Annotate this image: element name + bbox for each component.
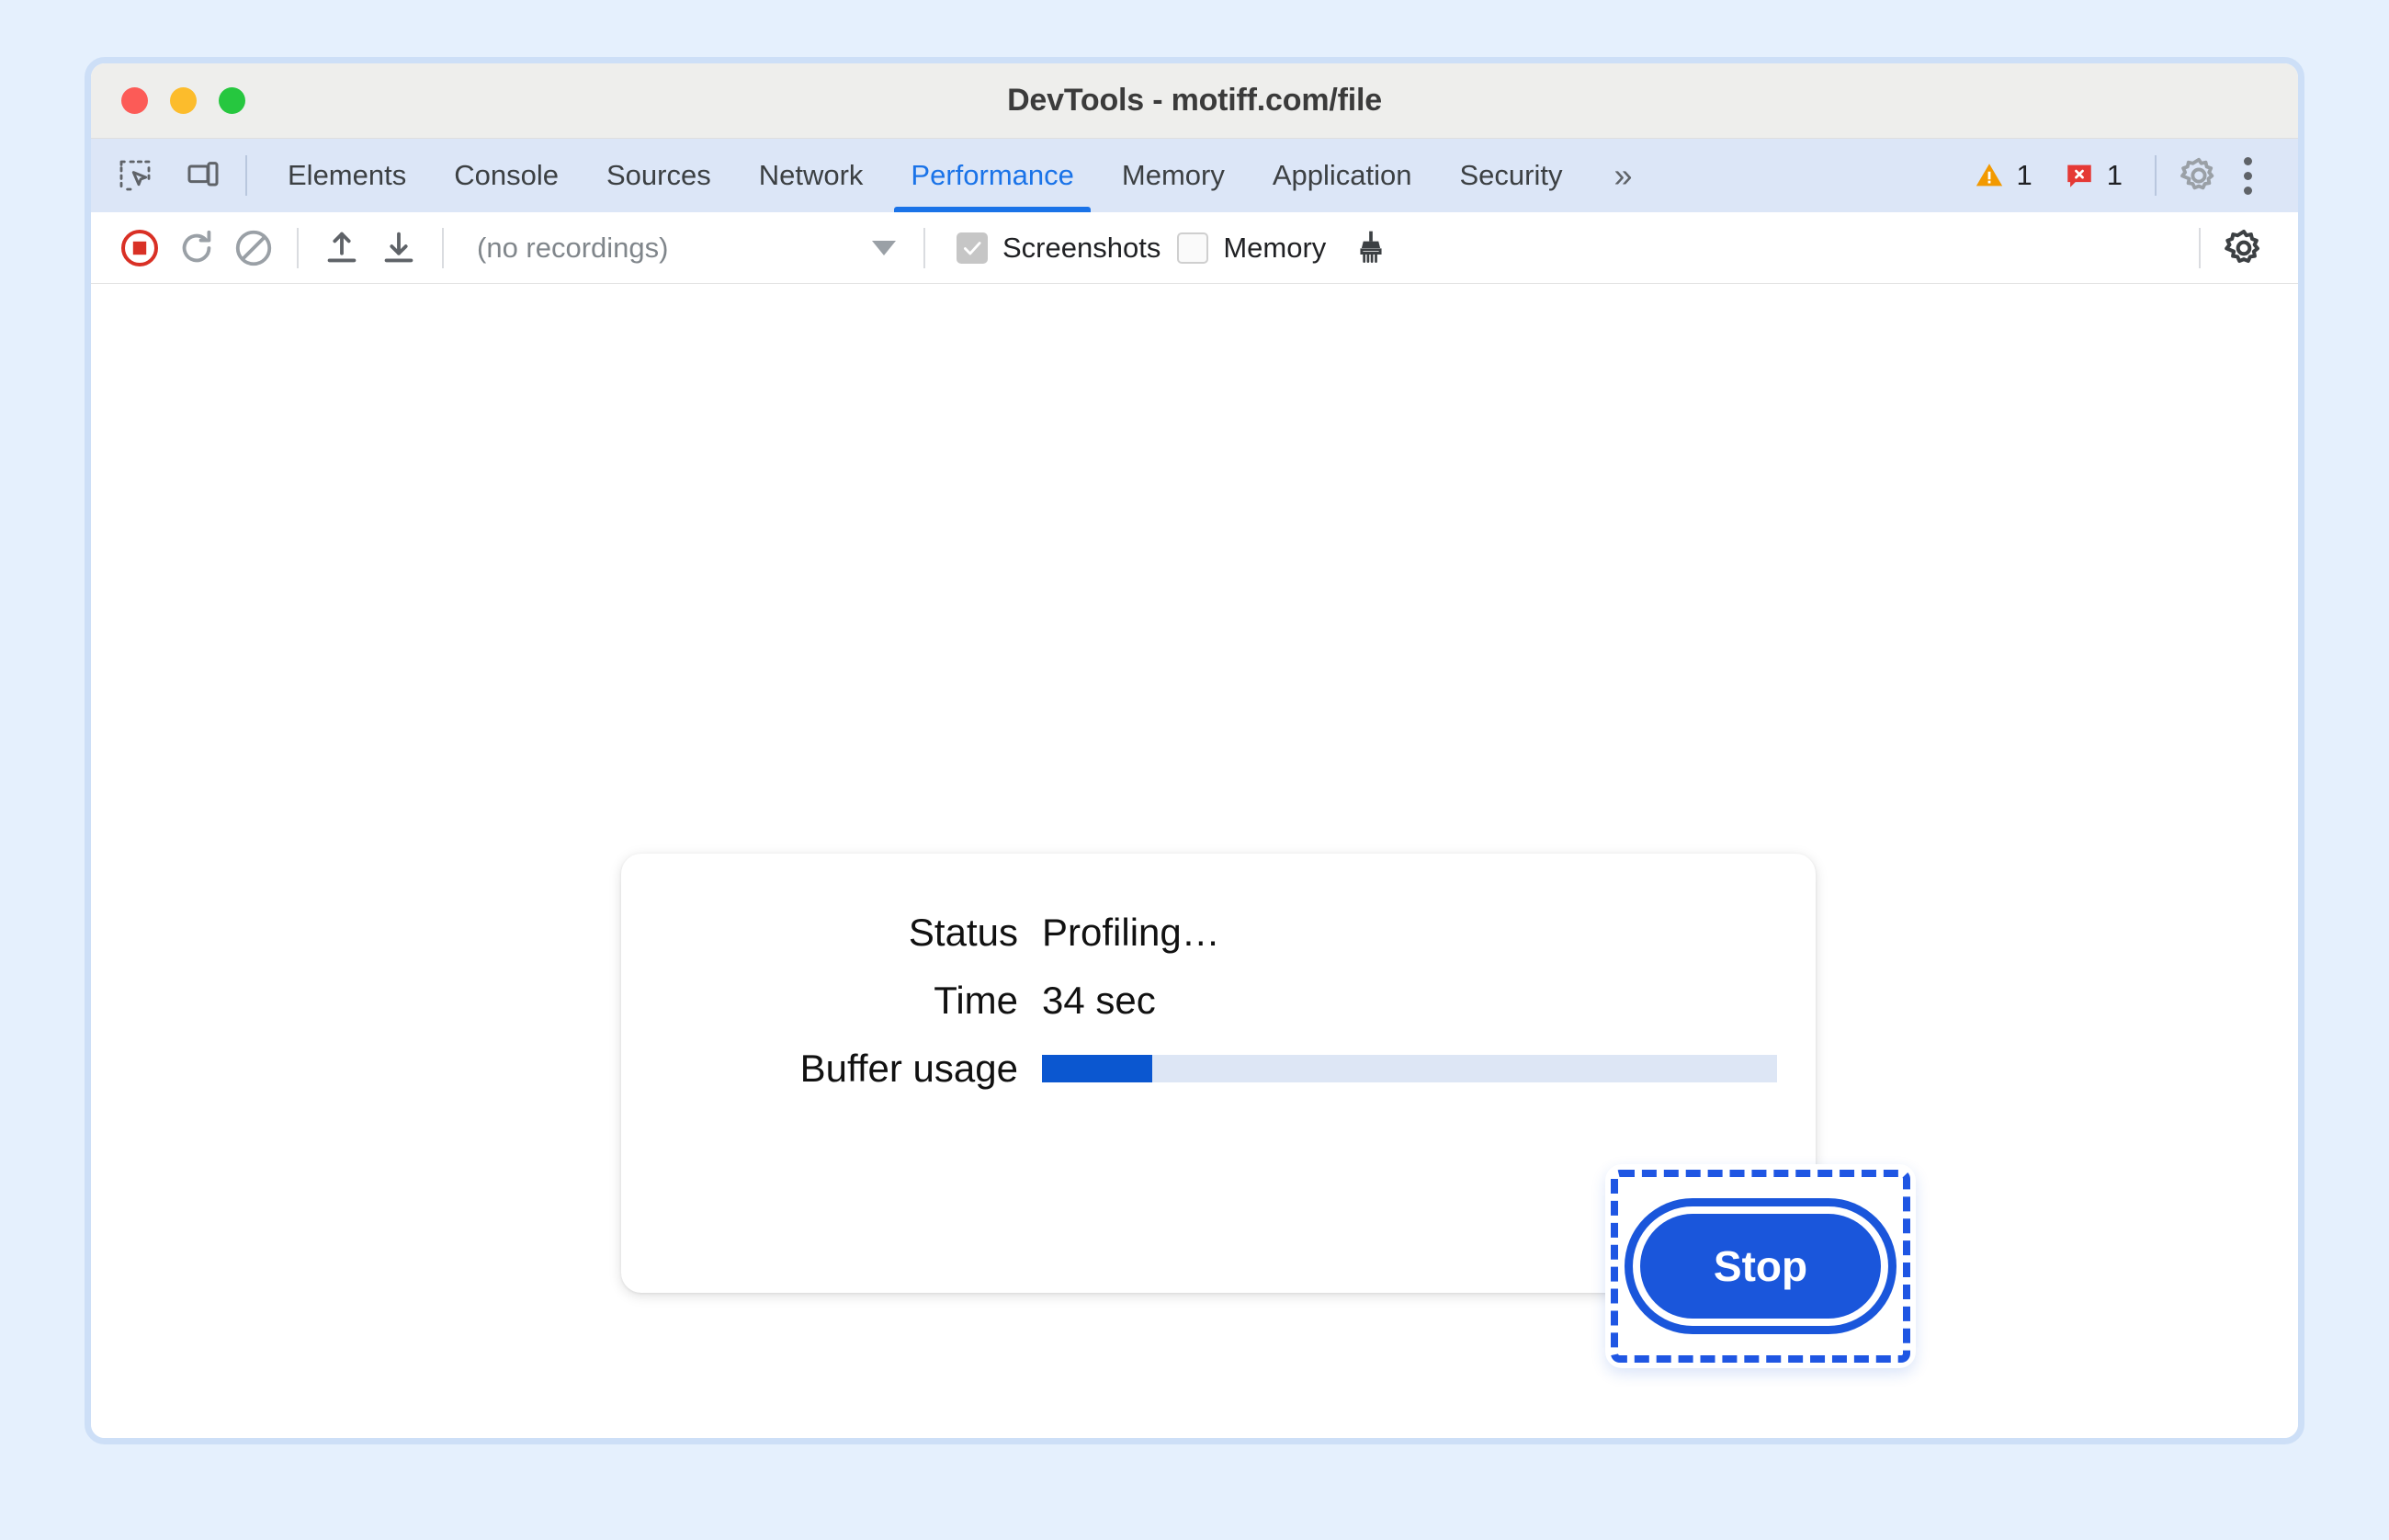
collect-garbage-icon <box>1360 231 1382 263</box>
kebab-dot <box>2243 186 2252 195</box>
tab-security[interactable]: Security <box>1436 139 1587 212</box>
window-titlebar: DevTools - motiff.com/file <box>91 63 2298 139</box>
tabbar-divider <box>245 155 247 196</box>
tab-performance[interactable]: Performance <box>887 139 1097 212</box>
inspect-element-icon[interactable] <box>111 152 159 199</box>
tab-elements[interactable]: Elements <box>264 139 430 212</box>
tab-label: Console <box>454 159 559 191</box>
devtools-more-menu-button[interactable] <box>2225 150 2270 201</box>
toolbar-divider <box>2199 227 2201 268</box>
record-button[interactable] <box>111 220 168 277</box>
tab-console[interactable]: Console <box>430 139 583 212</box>
device-toolbar-icon[interactable] <box>179 152 227 199</box>
tabbar-status-area: 1 1 <box>1958 139 2299 212</box>
warning-badge[interactable]: 1 <box>1958 159 2048 192</box>
tab-label: Sources <box>606 159 711 191</box>
warning-count: 1 <box>2016 159 2032 191</box>
performance-toolbar: (no recordings) Screenshots Memory <box>91 212 2298 284</box>
time-row: Time 34 sec <box>621 979 1816 1023</box>
tab-label: Elements <box>288 159 407 191</box>
error-badge-icon <box>2067 164 2091 187</box>
toolbar-right-area <box>2184 220 2298 277</box>
chevron-double-right-icon: » <box>1613 156 1633 194</box>
gear-icon <box>2180 157 2214 190</box>
toolbar-divider <box>297 227 299 268</box>
screenshots-checkbox[interactable]: Screenshots <box>957 232 1161 265</box>
checkmark-icon <box>964 241 981 255</box>
memory-label: Memory <box>1223 231 1327 264</box>
recordings-dropdown[interactable]: (no recordings) <box>459 232 909 265</box>
stop-button-highlight: Stop <box>1605 1164 1916 1368</box>
devtools-window: DevTools - motiff.com/file Elements Cons… <box>85 57 2304 1444</box>
toolbar-divider <box>442 227 444 268</box>
buffer-usage-label: Buffer usage <box>799 1047 1018 1090</box>
tab-label: Performance <box>911 159 1074 191</box>
error-badge[interactable]: 1 <box>2048 159 2138 192</box>
load-profile-button[interactable] <box>313 220 370 277</box>
status-row: Status Profiling… <box>621 911 1816 955</box>
status-label: Status <box>908 911 1018 954</box>
checkbox-box-checked <box>957 232 988 264</box>
tab-memory[interactable]: Memory <box>1098 139 1249 212</box>
reload-and-record-button[interactable] <box>168 220 225 277</box>
checkbox-box-unchecked <box>1177 232 1209 264</box>
tabbar-tool-icons <box>111 139 245 212</box>
tab-sources[interactable]: Sources <box>583 139 735 212</box>
recordings-dropdown-value: (no recordings) <box>477 231 669 264</box>
kebab-dot <box>2243 156 2252 165</box>
window-title: DevTools - motiff.com/file <box>1007 83 1382 118</box>
clear-recording-button[interactable] <box>225 220 282 277</box>
tab-label: Network <box>758 159 864 191</box>
time-label: Time <box>934 979 1018 1022</box>
error-count: 1 <box>2106 159 2123 191</box>
save-profile-button[interactable] <box>370 220 427 277</box>
tab-network[interactable]: Network <box>735 139 888 212</box>
gear-icon <box>2225 229 2259 263</box>
toolbar-divider <box>923 227 925 268</box>
status-rows: Status Profiling… Time 34 sec Buffer usa… <box>621 911 1816 1091</box>
performance-panel: Status Profiling… Time 34 sec Buffer usa… <box>91 284 2298 1438</box>
screenshots-label: Screenshots <box>1002 231 1161 264</box>
panel-tabs: Elements Console Sources Network Perform… <box>264 139 1660 212</box>
collect-garbage-button[interactable] <box>1342 220 1399 277</box>
warning-triangle-icon <box>1976 164 2002 187</box>
memory-checkbox[interactable]: Memory <box>1177 232 1326 265</box>
tabbar-right-divider <box>2155 155 2157 196</box>
buffer-usage-row: Buffer usage <box>621 1047 1816 1091</box>
capture-settings-button[interactable] <box>2215 220 2272 277</box>
chevron-down-icon <box>872 240 896 255</box>
buffer-usage-fill <box>1042 1055 1152 1082</box>
more-tabs-button[interactable]: » <box>1586 139 1659 212</box>
buffer-usage-bar <box>1042 1055 1777 1082</box>
stop-button[interactable]: Stop <box>1640 1214 1881 1319</box>
status-value: Profiling… <box>1042 911 1220 954</box>
tab-application[interactable]: Application <box>1249 139 1436 212</box>
tab-label: Memory <box>1121 159 1225 191</box>
time-value: 34 sec <box>1042 979 1156 1022</box>
tab-label: Application <box>1272 159 1412 191</box>
devtools-tabbar: Elements Console Sources Network Perform… <box>91 139 2298 212</box>
devtools-settings-button[interactable] <box>2173 150 2225 201</box>
tab-label: Security <box>1459 159 1563 191</box>
kebab-dot <box>2243 171 2252 180</box>
